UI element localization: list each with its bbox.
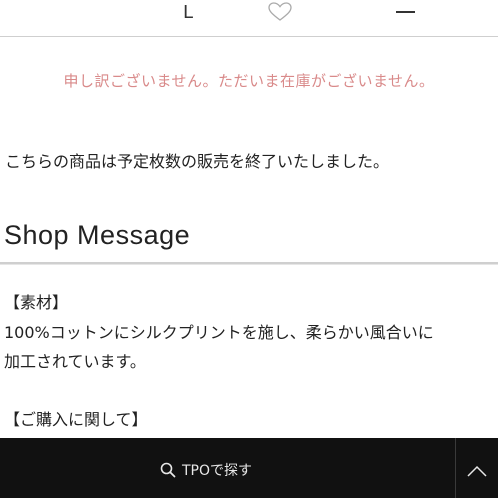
search-icon (160, 462, 176, 478)
minus-icon[interactable] (396, 11, 415, 13)
scroll-top-button[interactable] (456, 438, 498, 498)
tpo-search-button[interactable]: TPOで探す (160, 460, 252, 480)
chevron-up-icon (467, 462, 487, 477)
shop-message-title: Shop Message (4, 220, 191, 250)
heart-icon[interactable] (268, 2, 292, 22)
shop-message-line: 100%コットンにシルクプリントを施し、柔らかい風合いに (4, 323, 434, 342)
shop-message-line: 加工されています。 (4, 352, 146, 371)
section-divider (0, 262, 498, 264)
tpo-search-label: TPOで探す (182, 463, 253, 479)
shop-message-line: 【ご購入に関して】 (4, 410, 148, 429)
out-of-stock-message: 申し訳ございません。ただいま在庫がございません。 (63, 72, 435, 90)
size-label: L (183, 2, 194, 23)
bottom-bar: TPOで探す (0, 438, 498, 498)
size-row: L (0, 0, 498, 37)
shop-message-line: 【素材】 (4, 293, 69, 312)
sale-ended-message: こちらの商品は予定枚数の販売を終了いたしました。 (5, 152, 390, 171)
